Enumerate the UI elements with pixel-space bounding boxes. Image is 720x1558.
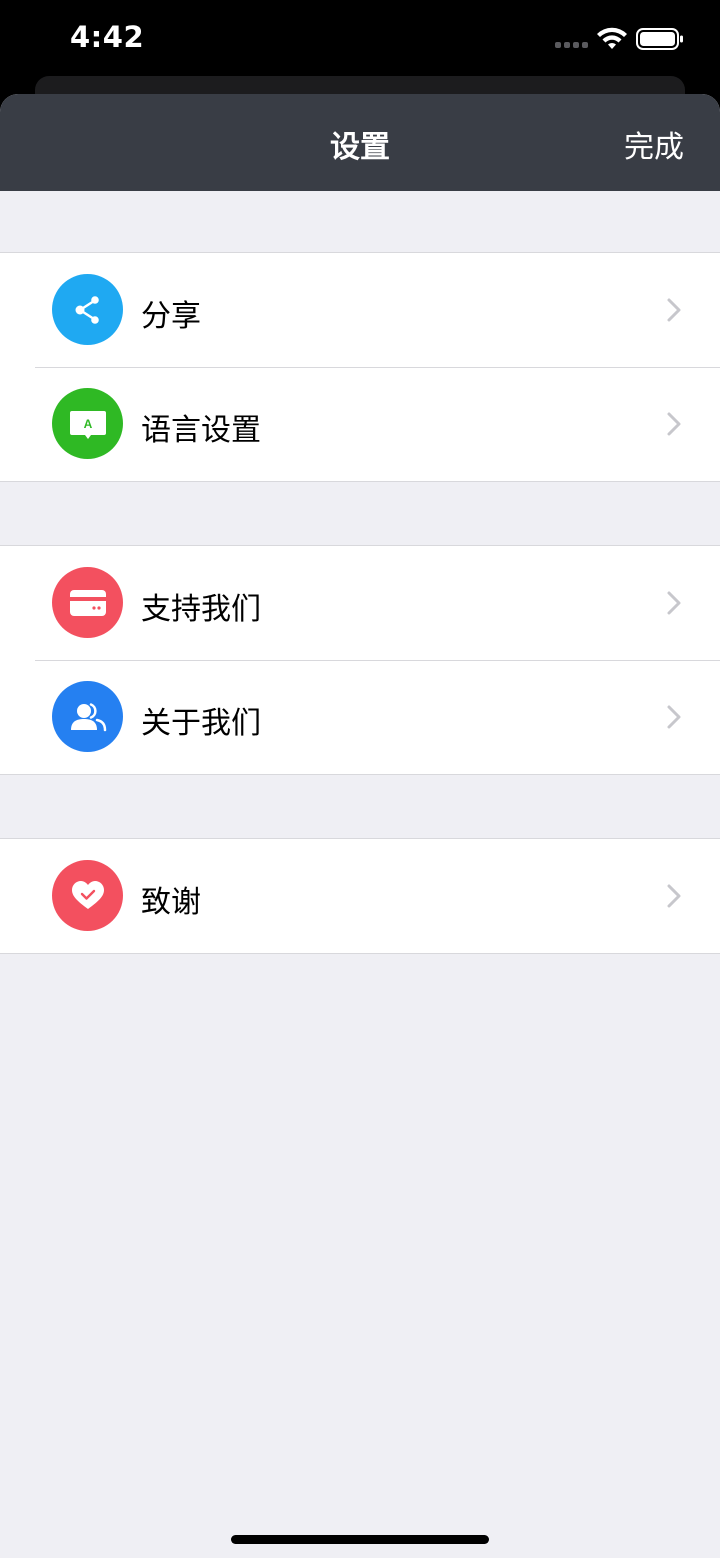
navigation-bar: 设置 完成: [0, 94, 720, 191]
heart-icon: [52, 860, 123, 931]
settings-item-label: 致谢: [141, 885, 201, 920]
status-time: 4:42: [70, 20, 145, 54]
settings-item-label: 关于我们: [141, 706, 261, 741]
language-icon: A: [52, 388, 123, 459]
settings-group-1: 分享 A 语言设置: [0, 252, 720, 482]
chevron-right-icon: [667, 705, 681, 729]
settings-item-label: 语言设置: [141, 413, 261, 448]
chevron-right-icon: [667, 884, 681, 908]
settings-item-support-us[interactable]: 支持我们: [0, 546, 720, 660]
settings-item-share[interactable]: 分享: [0, 253, 720, 367]
settings-sheet: 设置 完成 分享 A 语言设置 支持我们 关于我们 致谢: [0, 94, 720, 1558]
status-bar: 4:42: [0, 0, 720, 80]
credit-card-icon: [52, 567, 123, 638]
chevron-right-icon: [667, 591, 681, 615]
done-button[interactable]: 完成: [624, 122, 684, 166]
settings-group-3: 致谢: [0, 838, 720, 954]
chevron-right-icon: [667, 412, 681, 436]
wifi-icon: [597, 27, 627, 49]
settings-item-label: 支持我们: [141, 592, 261, 627]
share-icon: [52, 274, 123, 345]
settings-item-acknowledgements[interactable]: 致谢: [0, 839, 720, 953]
chevron-right-icon: [667, 298, 681, 322]
svg-text:A: A: [83, 417, 92, 431]
settings-item-about-us[interactable]: 关于我们: [0, 660, 720, 774]
settings-item-label: 分享: [141, 299, 201, 334]
settings-item-language[interactable]: A 语言设置: [0, 367, 720, 481]
cellular-signal-icon: [555, 42, 588, 48]
home-indicator[interactable]: [231, 1535, 489, 1544]
people-icon: [52, 681, 123, 752]
settings-screen: 4:42 设置 完成 分享 A 语言设置 支持我们 关于我们 致谢: [0, 0, 720, 1558]
page-title: 设置: [330, 130, 390, 165]
battery-icon: [636, 28, 683, 50]
settings-group-2: 支持我们 关于我们: [0, 545, 720, 775]
